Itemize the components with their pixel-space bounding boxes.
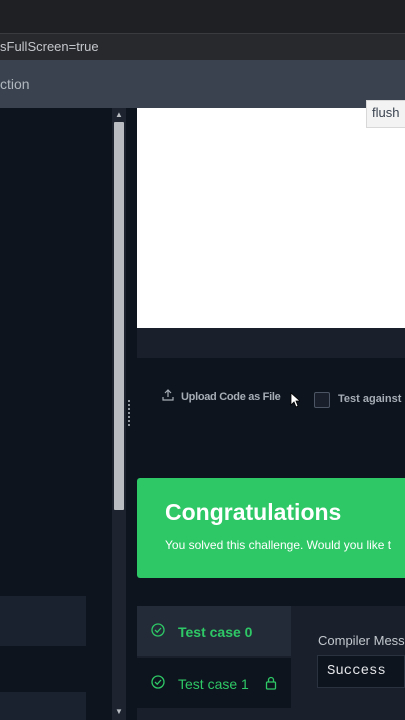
banner-subtitle: You solved this challenge. Would you lik…	[165, 538, 392, 552]
banner-title: Congratulations	[165, 499, 342, 525]
scrollbar-thumb[interactable]	[114, 122, 124, 510]
code-text: flush	[372, 105, 400, 120]
test-against-checkbox[interactable]	[314, 392, 330, 408]
test-case-tab-1[interactable]: Test case 1	[137, 658, 291, 708]
browser-tab-strip	[0, 0, 405, 33]
test-case-label: Test case 1	[178, 676, 249, 692]
compiler-message-box: Success	[317, 655, 405, 688]
scroll-up-arrow-icon[interactable]: ▲	[115, 110, 123, 119]
header-title: ction	[0, 76, 30, 92]
code-editor[interactable]	[137, 108, 405, 328]
check-circle-icon	[151, 623, 165, 642]
test-case-tab-0[interactable]: Test case 0	[137, 606, 291, 656]
left-panel-block	[0, 596, 86, 646]
panel-resize-handle[interactable]	[128, 398, 134, 428]
compiler-message-value: Success	[327, 663, 386, 679]
editor-code-line: flush	[366, 100, 405, 128]
mouse-cursor-icon	[290, 392, 302, 413]
test-against-label: Test against	[338, 393, 402, 405]
success-banner: Congratulations You solved this challeng…	[137, 478, 405, 578]
check-circle-icon	[151, 675, 165, 694]
scroll-down-arrow-icon[interactable]: ▼	[115, 707, 123, 716]
test-case-label: Test case 0	[178, 624, 253, 640]
compiler-message-label: Compiler Mess	[318, 633, 405, 648]
address-bar-url: sFullScreen=true	[0, 39, 99, 54]
page-header: ction	[0, 60, 405, 108]
upload-icon[interactable]	[162, 389, 174, 404]
left-panel-block	[0, 692, 86, 720]
upload-code-button[interactable]: Upload Code as File	[181, 391, 281, 403]
address-bar[interactable]: sFullScreen=true	[0, 33, 405, 60]
lock-icon	[265, 676, 277, 695]
